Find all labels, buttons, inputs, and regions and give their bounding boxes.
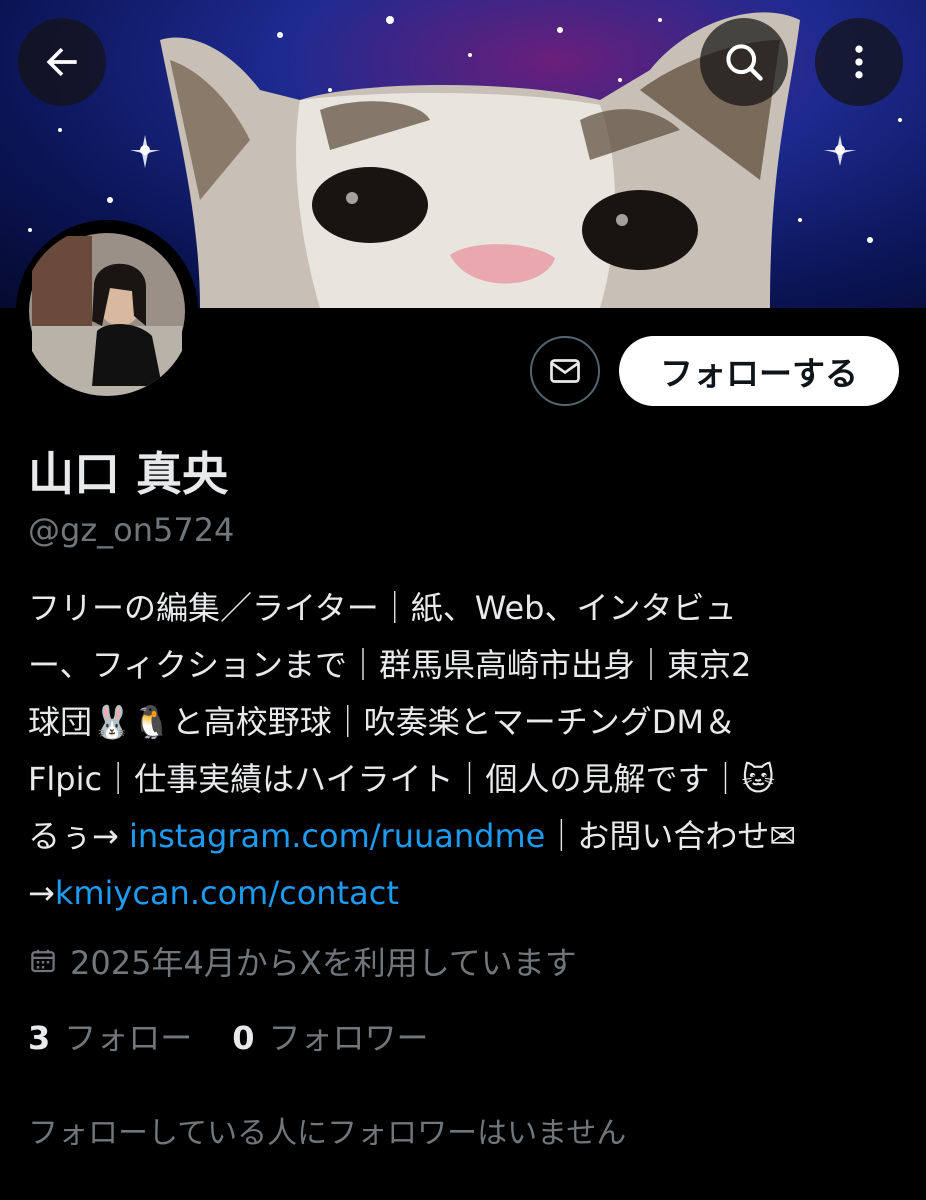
- back-button[interactable]: [18, 18, 106, 106]
- more-options-button[interactable]: [815, 18, 903, 106]
- bio-line: フリーの編集／ライター｜紙、Web、インタビュ: [28, 589, 737, 627]
- avatar-photo: [29, 233, 185, 396]
- user-handle: @gz_on5724: [28, 511, 235, 549]
- following-label: フォロー: [64, 1019, 193, 1057]
- bio: フリーの編集／ライター｜紙、Web、インタビュ ー、フィクションまで｜群馬県高崎…: [28, 580, 908, 922]
- search-button[interactable]: [700, 18, 788, 106]
- bio-line: →kmiycan.com/contact: [28, 874, 399, 912]
- follow-button[interactable]: フォローする: [619, 336, 899, 406]
- calendar-icon: [31, 949, 55, 973]
- following-count: 3: [28, 1019, 51, 1057]
- no-mutual-followers-text: フォローしている人にフォロワーはいません: [28, 1116, 627, 1151]
- bio-line: ー、フィクションまで｜群馬県高崎市出身｜東京2: [28, 646, 752, 684]
- bio-line: 球団🐰🐧と高校野球｜吹奏楽とマーチングDM＆: [28, 703, 736, 741]
- envelope-icon: [550, 359, 580, 383]
- back-arrow-icon: [46, 47, 77, 77]
- join-date-text: 2025年4月からXを利用しています: [70, 944, 577, 982]
- display-name: 山口 真央: [28, 447, 229, 501]
- join-date: 2025年4月からXを利用しています: [28, 938, 577, 984]
- bio-line: るぅ→ instagram.com/ruuandme｜お問い合わせ✉: [28, 817, 797, 855]
- followers-label: フォロワー: [268, 1019, 429, 1057]
- follow-stats: 3 フォロー 0 フォロワー: [28, 1013, 429, 1059]
- bio-line: Flpic｜仕事実績はハイライト｜個人の見解です｜🐱: [28, 760, 775, 798]
- followers-count: 0: [232, 1019, 255, 1057]
- followers-link[interactable]: 0 フォロワー: [232, 1013, 428, 1059]
- more-vertical-icon: [855, 45, 863, 79]
- contact-link[interactable]: kmiycan.com/contact: [55, 874, 399, 912]
- message-button[interactable]: [530, 336, 600, 406]
- avatar[interactable]: [22, 226, 192, 396]
- search-icon: [726, 44, 763, 81]
- instagram-link[interactable]: instagram.com/ruuandme: [129, 817, 545, 855]
- following-link[interactable]: 3 フォロー: [28, 1013, 192, 1059]
